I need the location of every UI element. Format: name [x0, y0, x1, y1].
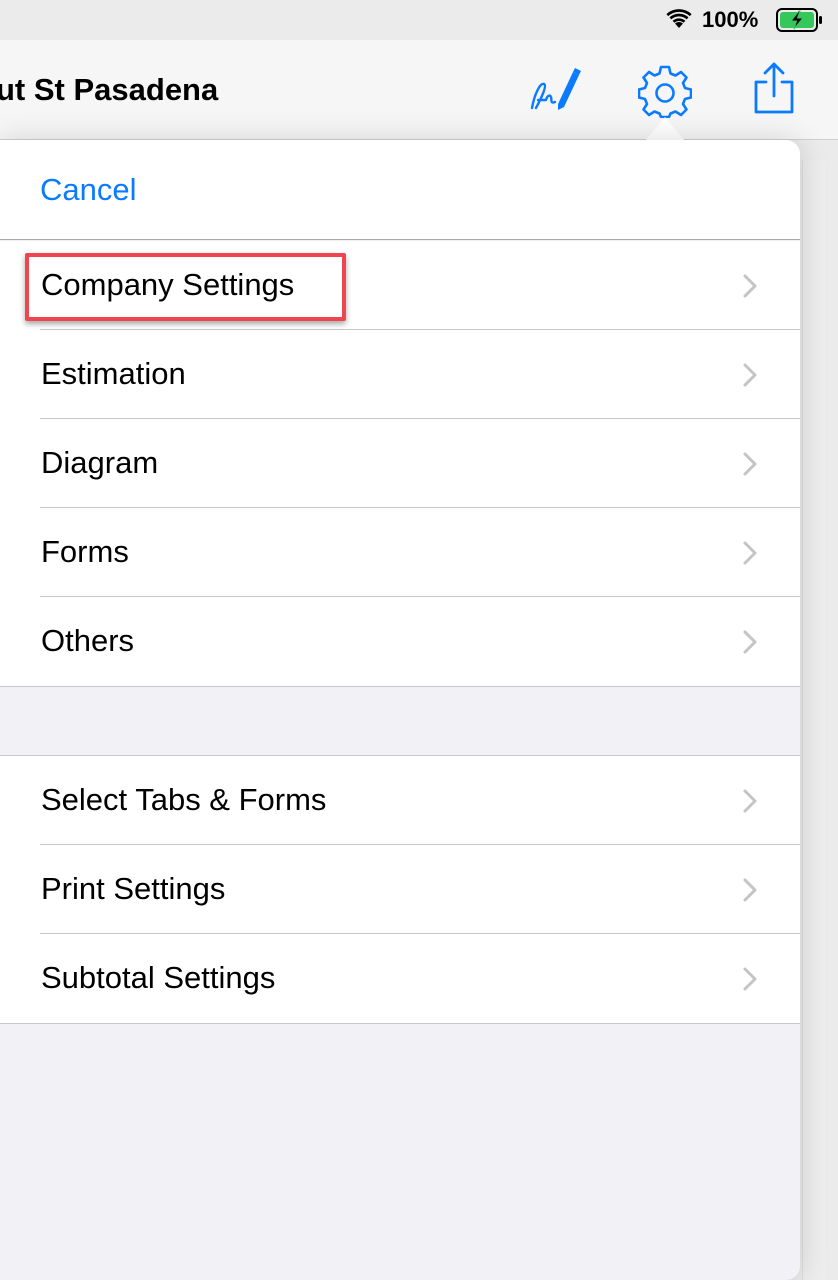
battery-charging-icon [776, 8, 822, 32]
row-label: Select Tabs & Forms [41, 782, 327, 817]
row-estimation[interactable]: Estimation [0, 330, 800, 419]
navigation-bar: ut St Pasadena [0, 40, 838, 140]
row-forms[interactable]: Forms [0, 508, 800, 597]
chevron-right-icon [743, 452, 757, 476]
chevron-right-icon [743, 541, 757, 565]
chevron-right-icon [743, 789, 757, 813]
chevron-right-icon [743, 630, 757, 654]
cancel-button[interactable]: Cancel [40, 172, 137, 208]
settings-group-secondary: Select Tabs & Forms Print Settings Subto… [0, 755, 800, 1024]
row-label: Subtotal Settings [41, 960, 276, 995]
popover-header: Cancel [0, 140, 800, 240]
row-print-settings[interactable]: Print Settings [0, 845, 800, 934]
battery-percentage: 100% [702, 7, 759, 32]
row-subtotal-settings[interactable]: Subtotal Settings [0, 934, 800, 1023]
page-title: ut St Pasadena [0, 72, 219, 107]
chevron-right-icon [743, 274, 757, 298]
row-label: Diagram [41, 445, 159, 480]
row-label: Print Settings [41, 871, 226, 906]
popover-arrow [645, 117, 685, 141]
row-label: Estimation [41, 356, 186, 391]
signature-icon[interactable] [528, 64, 582, 116]
share-icon[interactable] [750, 60, 798, 116]
screen: 100% ut St Pasadena Cancel Company Setti… [0, 0, 838, 1280]
chevron-right-icon [743, 363, 757, 387]
row-diagram[interactable]: Diagram [0, 419, 800, 508]
row-select-tabs-forms[interactable]: Select Tabs & Forms [0, 756, 800, 845]
chevron-right-icon [743, 967, 757, 991]
highlight-annotation-box [25, 253, 346, 321]
row-label: Forms [41, 534, 129, 569]
gear-icon[interactable] [638, 64, 692, 118]
row-others[interactable]: Others [0, 597, 800, 686]
settings-popover: Cancel Company Settings Estimation Diagr… [0, 140, 800, 1280]
chevron-right-icon [743, 878, 757, 902]
background-document [802, 160, 826, 1280]
row-label: Others [41, 623, 135, 658]
wifi-icon [666, 9, 692, 28]
